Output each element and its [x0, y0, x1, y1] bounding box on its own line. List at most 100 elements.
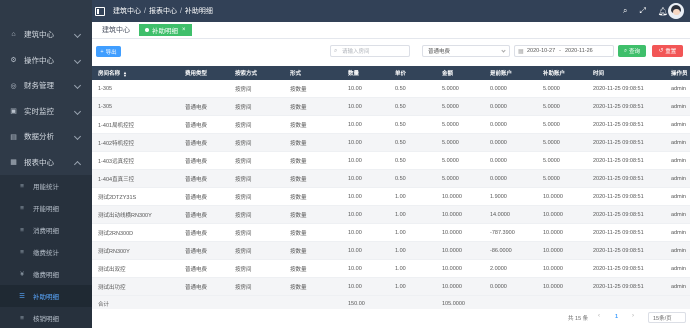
sidebar-item-label: 操作中心	[24, 55, 54, 65]
export-button[interactable]: + 导出	[96, 46, 121, 57]
date-range-picker[interactable]: ▦ 2020-10-27 - 2020-11-26	[514, 45, 614, 57]
sidebar-item-finance[interactable]: ◎ 财务管理	[0, 73, 92, 99]
breadcrumb-item[interactable]: 报表中心	[149, 6, 177, 16]
breadcrumb-separator: /	[144, 7, 146, 15]
table-cell: admin	[671, 121, 686, 128]
search-input[interactable]: ⌕ 请输入房间	[330, 45, 410, 57]
sidebar-subitem-label: 消费明细	[33, 228, 59, 235]
search-icon[interactable]: ⌕	[623, 6, 627, 16]
pay-detail-icon: ¥	[20, 270, 24, 278]
table-cell: 5.0000	[543, 121, 560, 128]
column-header: 操作员	[671, 71, 688, 77]
fee-type-select[interactable]: 普通电费	[422, 45, 510, 57]
sidebar-subitem-label: 用能统计	[33, 184, 59, 191]
page-number[interactable]: 1	[615, 314, 618, 320]
table-cell: 1-404直真三控	[98, 176, 135, 183]
sidebar-subitem-open-detail[interactable]: ≡ 开能明细	[0, 197, 92, 219]
pay-icon: ≡	[20, 248, 24, 256]
table-cell: 普通电费	[185, 140, 208, 147]
table-cell: admin	[671, 247, 686, 254]
calendar-icon: ▦	[518, 49, 524, 55]
avatar[interactable]	[668, 3, 684, 19]
table-cell: 按数量	[290, 248, 307, 255]
total-count: 共 15 条	[568, 316, 589, 322]
table-cell: 测试出功控	[98, 284, 126, 291]
breadcrumb-separator: /	[179, 7, 182, 15]
chevron-down-icon	[73, 81, 82, 90]
sidebar-item-operation[interactable]: ⚙ 操作中心	[0, 48, 92, 74]
table-cell: 按房间	[235, 266, 252, 273]
date-start: 2020-10-27	[527, 48, 556, 54]
table-row: 1-305 普通电费 按房间 按数量 10.00 0.50 5.0000 0.0000 5.00…	[92, 98, 690, 116]
table-cell: 按房间	[235, 284, 252, 291]
table-cell: 按数量	[290, 86, 307, 93]
query-button[interactable]: ⌕ 查询	[618, 45, 646, 57]
sidebar-item-analysis[interactable]: ▤ 数据分析	[0, 124, 92, 150]
tab-building-center[interactable]: 建筑中心	[98, 24, 134, 36]
table-cell: 10.0000	[543, 229, 563, 236]
column-header: 形式	[290, 71, 302, 77]
chevron-right-icon[interactable]: ›	[632, 313, 634, 319]
sidebar-item-label: 建筑中心	[24, 30, 54, 40]
menu-collapse-icon[interactable]	[95, 6, 105, 16]
sidebar-item-building[interactable]: ⌂ 建筑中心	[0, 22, 92, 48]
tab-subsidy-detail[interactable]: 补助明细 ×	[139, 24, 192, 36]
table-row: 1-402特机控控 普通电费 按房间 按数量 10.00 0.50 5.0000 0.0000…	[92, 134, 690, 152]
sidebar-subitem-usage-stats[interactable]: ≡ 用能统计	[0, 175, 92, 197]
table-cell: 10.00	[348, 247, 362, 254]
sidebar-subitem-pay-stats[interactable]: ≡ 缴费统计	[0, 241, 92, 263]
chevron-down-icon	[73, 56, 82, 64]
sidebar-subitem-subsidy-detail[interactable]: ☰ 补助明细	[0, 285, 92, 307]
table-cell: 测试2RN300D	[98, 230, 134, 237]
table-cell: 1.00	[395, 211, 406, 218]
chevron-up-icon	[73, 160, 82, 168]
table-cell: 10.0000	[442, 211, 462, 218]
table-cell: 2020-11-25 09:08:51	[593, 175, 644, 182]
reset-button[interactable]: ↺ 重置	[652, 45, 683, 57]
chevron-down-icon	[73, 30, 82, 39]
table-cell: 按数量	[290, 104, 307, 111]
breadcrumb-item[interactable]: 建筑中心	[113, 6, 141, 16]
table-cell: 测试出双控	[98, 266, 126, 273]
table-cell: 按房间	[235, 158, 252, 165]
table-cell: admin	[671, 229, 686, 236]
table-cell: 10.0000	[442, 247, 462, 254]
column-header[interactable]: 房间名称 ▲ ▼	[92, 69, 179, 77]
table-cell: 按房间	[235, 230, 252, 237]
column-header: 数量	[348, 71, 360, 77]
toolbar: + 导出 ⌕ 请输入房间 普通电费 ▦ 2020-10-27 - 2020-11…	[92, 39, 690, 63]
page-size-select[interactable]: 15条/页	[648, 312, 686, 323]
sidebar-subitem-label: 缴费统计	[33, 250, 59, 257]
table-cell: 10.0000	[543, 265, 563, 272]
table-cell: 按数量	[290, 284, 307, 291]
table-cell: 普通电费	[185, 230, 208, 237]
bell-icon[interactable]: 🔔︎	[658, 7, 668, 16]
sidebar-subitem-verify-detail[interactable]: ≡ 核销明细	[0, 307, 92, 328]
table-cell: 2020-11-25 09:08:51	[593, 85, 644, 92]
sort-icon[interactable]: ▲ ▼	[123, 70, 127, 77]
chevron-left-icon[interactable]: ‹	[598, 313, 600, 319]
table-cell: 10.0000	[543, 211, 563, 218]
expand-icon[interactable]: ⤢	[639, 6, 645, 16]
table-cell: 按房间	[235, 194, 252, 201]
table-cell: admin	[671, 139, 686, 146]
sidebar-item-report[interactable]: ▦ 报表中心	[0, 150, 92, 176]
table-cell: 普通电费	[185, 266, 208, 273]
table-cell: 1.00	[395, 193, 406, 200]
stats-icon: ≡	[20, 182, 24, 190]
table-cell: 按房间	[235, 248, 252, 255]
sidebar-subitem-consume-detail[interactable]: ≡ 消费明细	[0, 219, 92, 241]
table-cell: 5.0000	[442, 157, 459, 164]
sidebar-subitem-pay-detail[interactable]: ¥ 缴费明细	[0, 263, 92, 285]
chevron-down-icon	[73, 132, 82, 141]
table-cell: 普通电费	[185, 122, 208, 129]
table-cell: 10.00	[348, 103, 362, 110]
close-icon[interactable]: ×	[182, 27, 186, 33]
main-content: + 导出 ⌕ 请输入房间 普通电费 ▦ 2020-10-27 - 2020-11…	[92, 39, 690, 328]
table-row: 测试出功控 普通电费 按房间 按数量 10.00 1.00 10.0000 0.0000 10.…	[92, 278, 690, 296]
table-cell: 0.0000	[490, 283, 507, 290]
query-icon: ⌕	[623, 47, 628, 54]
sidebar-item-monitor[interactable]: ▣ 实时监控	[0, 99, 92, 125]
fee-type-value: 普通电费	[428, 49, 451, 55]
table-cell: 按数量	[290, 266, 307, 273]
